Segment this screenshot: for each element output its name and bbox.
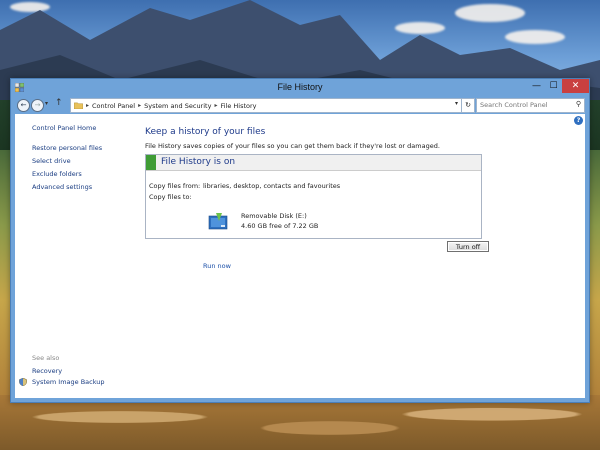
help-icon[interactable]: ? (574, 116, 583, 125)
breadcrumb-control-panel[interactable]: Control Panel (92, 102, 135, 110)
breadcrumb-separator: ▸ (214, 102, 218, 109)
drive-name: Removable Disk (E:) (241, 212, 307, 220)
search-input[interactable] (477, 99, 570, 110)
sidebar-restore-personal-files[interactable]: Restore personal files (32, 144, 102, 152)
navigation-bar: ← → ▾ ↑ ▸ Control Panel ▸ System and Sec… (15, 98, 585, 113)
sidebar-select-drive[interactable]: Select drive (32, 157, 71, 165)
page-title: Keep a history of your files (145, 127, 266, 137)
shield-icon (19, 378, 27, 386)
refresh-button[interactable]: ↻ (461, 98, 475, 113)
status-text: File History is on (161, 157, 236, 167)
status-panel: File History is on Copy files from: libr… (145, 154, 482, 270)
arrow-right-icon: → (34, 101, 41, 109)
close-button[interactable]: ✕ (562, 79, 589, 93)
minimize-icon: — (532, 81, 541, 91)
copy-from-value: libraries, desktop, contacts and favouri… (203, 182, 341, 190)
address-dropdown-icon[interactable]: ▾ (455, 100, 458, 107)
folder-icon (74, 102, 83, 109)
sidebar-exclude-folders[interactable]: Exclude folders (32, 170, 82, 178)
see-also-recovery[interactable]: Recovery (32, 367, 62, 375)
forward-button[interactable]: → (31, 99, 44, 112)
breadcrumb-system-and-security[interactable]: System and Security (144, 102, 211, 110)
rocks (0, 395, 600, 450)
arrow-left-icon: ← (20, 101, 27, 109)
see-also-label: See also (32, 354, 60, 362)
breadcrumb-separator: ▸ (138, 102, 142, 109)
window-title: File History (277, 82, 323, 92)
copy-to-label: Copy files to: (149, 193, 192, 201)
search-box[interactable]: ⚲ (476, 98, 585, 113)
arrow-up-icon: ↑ (55, 98, 63, 108)
copy-from-label: Copy files from: (149, 182, 201, 190)
run-now-link[interactable]: Run now (203, 262, 231, 270)
close-icon: ✕ (571, 81, 580, 91)
minimize-button[interactable]: — (528, 79, 545, 93)
search-icon[interactable]: ⚲ (576, 100, 581, 108)
recent-locations-dropdown[interactable]: ▾ (45, 100, 48, 107)
maximize-button[interactable]: ☐ (545, 79, 562, 93)
back-button[interactable]: ← (17, 99, 30, 112)
address-bar[interactable]: ▸ Control Panel ▸ System and Security ▸ … (70, 98, 462, 113)
sidebar-advanced-settings[interactable]: Advanced settings (32, 183, 92, 191)
removable-drive-icon (208, 213, 228, 230)
drive-free-space: 4.60 GB free of 7.22 GB (241, 222, 319, 230)
page-description: File History saves copies of your files … (145, 142, 440, 150)
see-also-system-image-backup[interactable]: System Image Backup (32, 378, 105, 386)
sidebar-control-panel-home[interactable]: Control Panel Home (32, 124, 96, 132)
breadcrumb-file-history[interactable]: File History (220, 102, 256, 110)
maximize-icon: ☐ (549, 81, 558, 91)
up-button[interactable]: ↑ (55, 98, 63, 108)
status-header: File History is on (146, 155, 481, 171)
content-area: ? Control Panel Home Restore personal fi… (15, 114, 585, 398)
status-indicator (146, 155, 156, 170)
breadcrumb-separator: ▸ (86, 102, 90, 109)
refresh-icon: ↻ (465, 101, 471, 109)
title-bar[interactable]: File History — ☐ ✕ (11, 79, 589, 97)
turn-off-button[interactable]: Turn off (447, 241, 489, 252)
file-history-window: File History — ☐ ✕ ← → ▾ ↑ ▸ Control Pan… (10, 78, 590, 403)
